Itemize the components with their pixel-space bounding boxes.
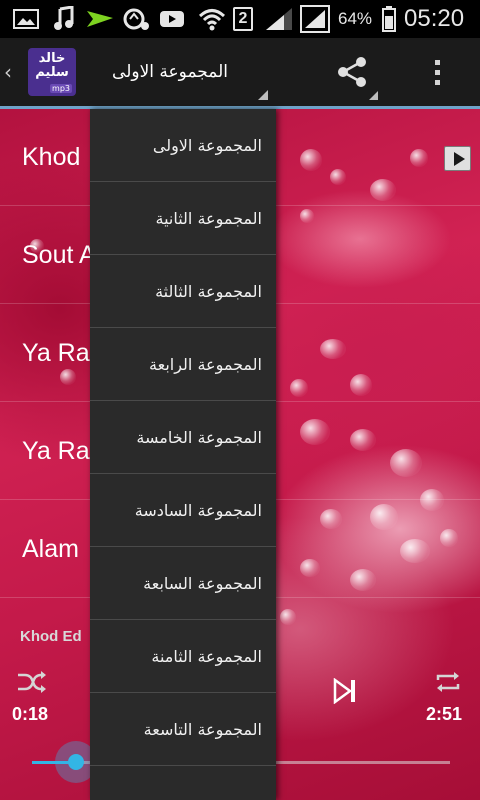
song-title: Sout A bbox=[22, 241, 96, 269]
dropdown-item-group-6[interactable]: المجموعة السادسة bbox=[90, 474, 276, 547]
song-title: Ya Ra bbox=[22, 339, 90, 367]
total-time: 2:51 bbox=[426, 704, 463, 724]
dropdown-item-label: المجموعة التاسعة bbox=[143, 720, 262, 739]
overflow-menu-button[interactable] bbox=[412, 38, 462, 106]
dropdown-item-label: المجموعة السادسة bbox=[134, 501, 262, 520]
dropdown-item-label: المجموعة الاولى bbox=[152, 136, 262, 155]
signal-icon bbox=[262, 0, 296, 38]
logo-line-1: خالد bbox=[38, 51, 66, 66]
dropdown-item-group-4[interactable]: المجموعة الرابعة bbox=[90, 328, 276, 401]
group-dropdown-menu: المجموعة الاولى المجموعة الثانية المجموع… bbox=[90, 109, 276, 800]
dropdown-item-group-9[interactable]: المجموعة التاسعة bbox=[90, 693, 276, 766]
logo-tag: mp3 bbox=[50, 84, 72, 93]
sim-slot-label: 2 bbox=[233, 7, 253, 31]
spinner-corner-icon bbox=[258, 90, 268, 100]
app-logo[interactable]: خالد سليم mp3 bbox=[28, 48, 76, 96]
next-button[interactable] bbox=[333, 677, 357, 705]
shuffle-button[interactable] bbox=[16, 668, 48, 696]
share-icon bbox=[338, 57, 366, 87]
dropdown-item-label: المجموعة الرابعة bbox=[149, 355, 262, 374]
play-icon bbox=[453, 151, 465, 166]
action-bar: ‹ خالد سليم mp3 المجموعة الاولى bbox=[0, 38, 480, 106]
repeat-button[interactable] bbox=[432, 668, 464, 696]
youtube-icon bbox=[156, 0, 188, 38]
gallery-icon bbox=[10, 0, 42, 38]
battery-icon bbox=[380, 0, 398, 38]
clock: 05:20 bbox=[404, 5, 465, 32]
song-title: Khod bbox=[22, 143, 81, 171]
dropdown-item-label: المجموعة الثانية bbox=[155, 209, 262, 228]
now-playing-title: Khod Ed bbox=[20, 628, 82, 645]
elapsed-time: 0:18 bbox=[12, 704, 49, 724]
voicemail-icon bbox=[120, 0, 152, 38]
music-icon bbox=[48, 0, 78, 38]
dropdown-item-label: المجموعة الثالثة bbox=[155, 282, 262, 301]
dropdown-item-group-1[interactable]: المجموعة الاولى bbox=[90, 109, 276, 182]
overflow-menu-icon bbox=[434, 59, 440, 85]
spinner-selected-label: المجموعة الاولى bbox=[112, 62, 228, 82]
signal-icon-2 bbox=[298, 0, 332, 38]
dropdown-item-label: المجموعة الثامنة bbox=[151, 647, 262, 666]
share-button[interactable] bbox=[322, 38, 382, 106]
repeat-icon bbox=[436, 672, 460, 692]
dropdown-item-label: المجموعة الخامسة bbox=[136, 428, 262, 447]
dropdown-item-label: المجموعة السابعة bbox=[143, 574, 262, 593]
logo-line-2: سليم bbox=[35, 65, 69, 80]
wifi-icon bbox=[196, 0, 228, 38]
up-arrow-icon[interactable]: ‹ bbox=[4, 58, 18, 86]
group-spinner[interactable]: المجموعة الاولى bbox=[92, 38, 272, 106]
song-title: Ya Ra bbox=[22, 437, 90, 465]
status-bar: 2 64% 05:20 bbox=[0, 0, 480, 38]
shuffle-icon bbox=[18, 671, 46, 693]
share-corner-icon bbox=[369, 91, 378, 100]
next-icon bbox=[333, 677, 355, 705]
play-button[interactable] bbox=[444, 146, 471, 171]
send-icon bbox=[84, 0, 116, 38]
dropdown-item-group-5[interactable]: المجموعة الخامسة bbox=[90, 401, 276, 474]
battery-percent: 64% bbox=[338, 9, 373, 28]
dropdown-item-group-8[interactable]: المجموعة الثامنة bbox=[90, 620, 276, 693]
dropdown-item-group-3[interactable]: المجموعة الثالثة bbox=[90, 255, 276, 328]
dropdown-item-group-7[interactable]: المجموعة السابعة bbox=[90, 547, 276, 620]
dropdown-item-group-2[interactable]: المجموعة الثانية bbox=[90, 182, 276, 255]
sim-slot-icon: 2 bbox=[232, 0, 254, 38]
song-title: Alam bbox=[22, 535, 79, 563]
